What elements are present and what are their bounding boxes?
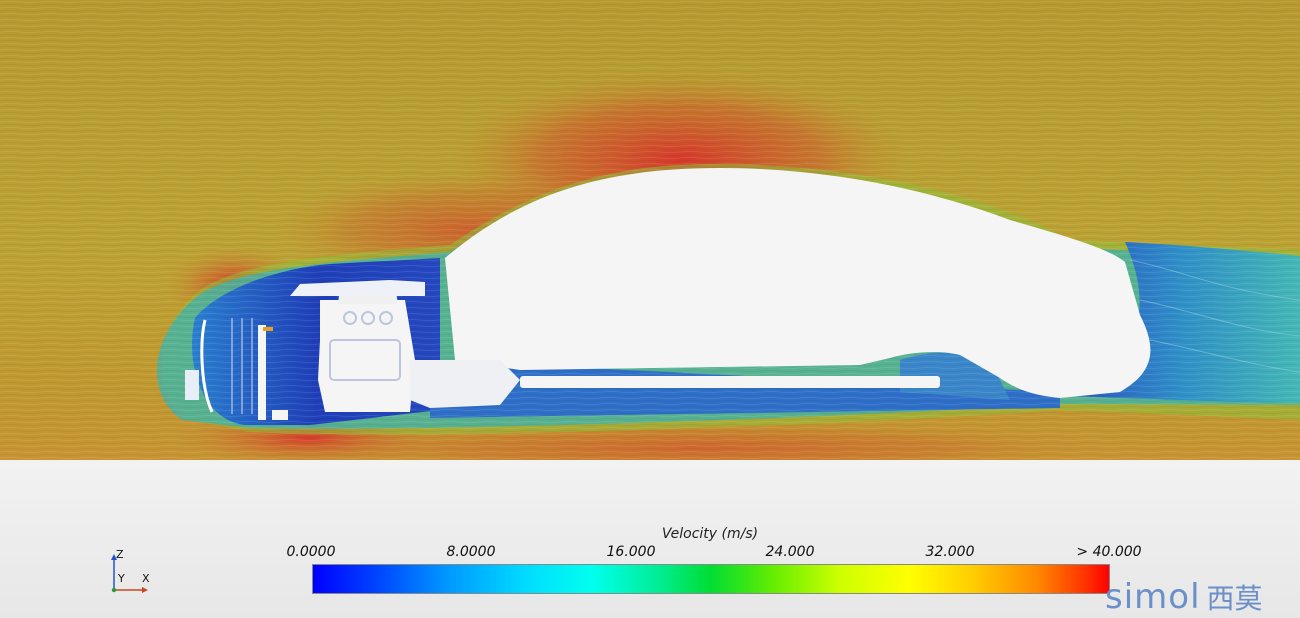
axis-x-label: X	[142, 572, 150, 585]
driveshaft	[520, 376, 940, 388]
velocity-colorbar	[312, 564, 1110, 594]
brand-latin: simol	[1105, 577, 1201, 617]
axis-triad-icon[interactable]: Z Y X	[100, 546, 160, 602]
legend-tick: 24.000	[765, 544, 815, 560]
brand-cjk: 西莫	[1206, 582, 1263, 615]
brand-logo: simol 西莫	[1105, 576, 1263, 618]
legend-tick: > 40.000	[1076, 544, 1142, 560]
radiator	[258, 325, 266, 420]
velocity-field-plot	[0, 0, 1300, 460]
cfd-viewport[interactable]	[0, 0, 1300, 460]
legend-tick: 0.0000	[286, 544, 336, 560]
legend-tick: 16.000	[606, 544, 656, 560]
legend-panel: Velocity (m/s) 0.0000 8.0000 16.000 24.0…	[0, 460, 1300, 618]
legend-tick: 8.0000	[446, 544, 496, 560]
axis-y-label: Y	[118, 572, 125, 585]
legend-tick: 32.000	[925, 544, 975, 560]
legend-title: Velocity (m/s)	[661, 526, 759, 542]
axis-z-label: Z	[116, 548, 124, 561]
